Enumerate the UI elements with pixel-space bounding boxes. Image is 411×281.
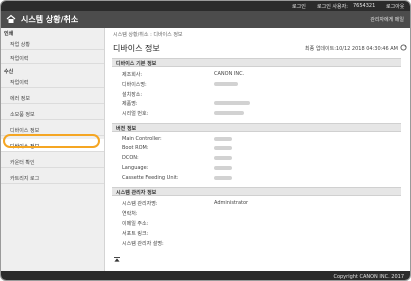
field-label: 시스템 관리자명: xyxy=(122,201,158,207)
sidebar-item-label: 디바이스 정보 xyxy=(10,128,40,134)
sidebar-item-label: 작업이력 xyxy=(10,56,29,62)
field-label: DCON: xyxy=(122,155,139,161)
field-label: 디바이스명: xyxy=(122,82,147,88)
field-label: 서포트 링크: xyxy=(122,231,149,237)
section-header-device-basic: 디바이스 기본 정보 xyxy=(112,58,401,67)
home-icon[interactable] xyxy=(6,14,16,24)
redacted-value xyxy=(214,146,232,150)
page-header-title: 시스템 상황/취소 xyxy=(21,15,79,24)
refresh-icon[interactable] xyxy=(400,44,407,51)
redacted-value xyxy=(214,176,232,180)
field-label: 제조회사: xyxy=(122,72,143,78)
breadcrumb[interactable]: 시스템 상황/취소 : 디바이스 정보 xyxy=(113,31,183,38)
sidebar-item-print-history[interactable]: 작업이력 xyxy=(1,51,104,64)
sidebar-item-counter[interactable]: 카운터 확인 xyxy=(1,155,104,168)
section-title: 시스템 관리자 정보 xyxy=(116,190,157,196)
sidebar-item-receive-history[interactable]: 작업이력 xyxy=(1,75,104,88)
sidebar: 인쇄 작업 상황 작업이력 수신 작업이력 에러 정보 소모품 정보 디바이스 … xyxy=(1,28,105,271)
sidebar-item-label: 카운터 확인 xyxy=(10,160,35,166)
last-updated: 최종 업데이트:10/12 2018 04:30:46 AM xyxy=(305,46,398,52)
sidebar-item-cartridge-log[interactable]: 카트리지 로그 xyxy=(1,171,104,184)
redacted-value xyxy=(214,137,232,141)
field-value: Administrator xyxy=(214,200,249,206)
field-label: Cassette Feeding Unit: xyxy=(122,175,179,181)
main-content: 시스템 상황/취소 : 디바이스 정보 디바이스 정보 최종 업데이트:10/1… xyxy=(105,28,410,271)
login-label: 로그인 xyxy=(292,4,306,10)
sidebar-item-consumables[interactable]: 소모품 정보 xyxy=(1,107,104,120)
back-to-top-icon[interactable] xyxy=(114,257,120,262)
redacted-value xyxy=(214,82,238,86)
field-label: 시리얼 번호: xyxy=(122,111,149,117)
sidebar-item-label: 작업 상황 xyxy=(10,42,30,48)
section-header-version: 버전 정보 xyxy=(112,123,401,132)
sidebar-item-job-status[interactable]: 작업 상황 xyxy=(1,37,104,50)
field-label: 시스템 관리자 설명: xyxy=(122,241,164,247)
redacted-value xyxy=(214,166,232,170)
logout-link[interactable]: 로그아웃 xyxy=(386,3,404,10)
sidebar-item-label: 에러 정보 xyxy=(10,96,30,102)
field-label: Language: xyxy=(122,165,149,171)
sidebar-section-receive: 수신 xyxy=(4,69,14,75)
field-label: 이메일 주소: xyxy=(122,221,149,227)
footer: Copyright CANON INC. 2017 xyxy=(1,271,410,280)
top-status-bar: 로그인 로그인 사용자: 7654321 로그아웃 xyxy=(1,1,410,11)
field-label: 설치장소: xyxy=(122,92,143,98)
selection-highlight xyxy=(3,134,100,148)
redacted-value xyxy=(214,111,244,115)
page-title: 디바이스 정보 xyxy=(113,44,160,53)
copyright: Copyright CANON INC. 2017 xyxy=(333,274,404,280)
redacted-value xyxy=(214,156,232,160)
sidebar-section-print: 인쇄 xyxy=(4,31,14,37)
app-header: 시스템 상황/취소 관리자에게 메일 xyxy=(1,11,410,28)
sidebar-item-label: 카트리지 로그 xyxy=(10,176,40,182)
sidebar-item-error-info[interactable]: 에러 정보 xyxy=(1,91,104,104)
section-header-admin: 시스템 관리자 정보 xyxy=(112,187,401,196)
field-value: CANON INC. xyxy=(214,71,245,77)
field-label: 제품명: xyxy=(122,101,138,107)
login-user-label: 로그인 사용자: xyxy=(317,4,348,10)
login-user-id: 7654321 xyxy=(353,3,376,9)
field-label: 연락처: xyxy=(122,211,138,217)
section-title: 버전 정보 xyxy=(116,126,137,132)
app-window: 로그인 로그인 사용자: 7654321 로그아웃 시스템 상황/취소 관리자에… xyxy=(0,0,411,281)
redacted-value xyxy=(214,101,250,105)
sidebar-item-label: 소모품 정보 xyxy=(10,112,35,118)
mail-admin-link[interactable]: 관리자에게 메일 xyxy=(370,16,404,23)
field-label: Boot ROM: xyxy=(122,145,149,151)
section-title: 디바이스 기본 정보 xyxy=(116,61,157,67)
sidebar-item-label: 작업이력 xyxy=(10,80,29,86)
field-label: Main Controller: xyxy=(122,136,162,142)
